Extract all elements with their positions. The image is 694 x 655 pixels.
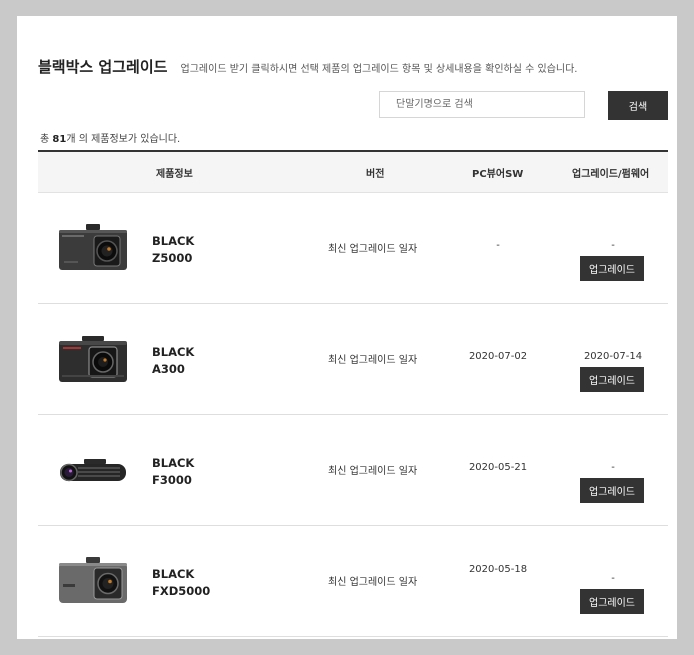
page-subtitle: 업그레이드 받기 클릭하시면 선택 제품의 업그레이드 항목 및 상세내용을 확… bbox=[180, 64, 578, 75]
page-header: 블랙박스 업그레이드 업그레이드 받기 클릭하시면 선택 제품의 업그레이드 항… bbox=[38, 56, 577, 77]
upgrade-button[interactable]: 업그레이드 bbox=[580, 367, 644, 392]
firmware-date: - bbox=[611, 573, 615, 584]
dashcam-f3000-icon bbox=[60, 459, 126, 482]
page-title: 블랙박스 업그레이드 bbox=[38, 58, 168, 76]
upgrade-panel: 블랙박스 업그레이드 업그레이드 받기 클릭하시면 선택 제품의 업그레이드 항… bbox=[17, 16, 677, 639]
product-count: 총 81개 의 제품정보가 있습니다. bbox=[40, 130, 180, 145]
column-header-product: 제품정보 bbox=[156, 169, 193, 180]
upgrade-button[interactable]: 업그레이드 bbox=[580, 478, 644, 503]
product-brand: BLACK bbox=[152, 456, 195, 470]
product-model: A300 bbox=[152, 362, 185, 376]
count-suffix: 개 의 제품정보가 있습니다. bbox=[66, 134, 181, 145]
firmware-date: - bbox=[611, 240, 615, 251]
count-number: 81 bbox=[52, 134, 67, 145]
firmware-date: - bbox=[611, 462, 615, 473]
count-prefix: 총 bbox=[40, 134, 50, 145]
column-header-version: 버전 bbox=[366, 169, 385, 180]
product-name: BLACK FXD5000 bbox=[152, 566, 210, 600]
upgrade-button[interactable]: 업그레이드 bbox=[580, 589, 644, 614]
product-brand: BLACK bbox=[152, 234, 195, 248]
search-button[interactable]: 검색 bbox=[608, 91, 668, 120]
column-header-firmware: 업그레이드/펌웨어 bbox=[572, 169, 650, 180]
dashcam-z5000-icon bbox=[59, 224, 127, 270]
firmware-date: 2020-07-14 bbox=[583, 351, 643, 362]
pc-viewer-date: - bbox=[496, 240, 500, 251]
product-name: BLACK F3000 bbox=[152, 455, 194, 489]
dashcam-a300-icon bbox=[59, 336, 127, 382]
table-row: BLACK F3000 최신 업그레이드 일자 2020-05-21 - 업그레… bbox=[38, 415, 668, 526]
table-row: BLACK FXD5000 최신 업그레이드 일자 2020-05-18 - 업… bbox=[38, 526, 668, 637]
product-model: Z5000 bbox=[152, 251, 193, 265]
table-row: BLACK Z5000 최신 업그레이드 일자 - - 업그레이드 bbox=[38, 193, 668, 304]
product-name: BLACK Z5000 bbox=[152, 233, 194, 267]
pc-viewer-date: 2020-05-21 bbox=[468, 462, 528, 473]
product-brand: BLACK bbox=[152, 345, 195, 359]
product-table: 제품정보 버전 PC뷰어SW 업그레이드/펌웨어 BLACK Z5000 최신 … bbox=[38, 150, 668, 637]
product-brand: BLACK bbox=[152, 567, 195, 581]
table-header: 제품정보 버전 PC뷰어SW 업그레이드/펌웨어 bbox=[38, 150, 668, 193]
product-model: F3000 bbox=[152, 473, 192, 487]
upgrade-button[interactable]: 업그레이드 bbox=[580, 256, 644, 281]
product-model: FXD5000 bbox=[152, 584, 211, 598]
version-label: 최신 업그레이드 일자 bbox=[328, 577, 418, 588]
version-label: 최신 업그레이드 일자 bbox=[328, 244, 418, 255]
dashcam-fxd5000-icon bbox=[59, 557, 127, 603]
pc-viewer-date: 2020-07-02 bbox=[468, 351, 528, 362]
column-header-pc-viewer: PC뷰어SW bbox=[472, 169, 524, 180]
version-label: 최신 업그레이드 일자 bbox=[328, 355, 418, 366]
version-label: 최신 업그레이드 일자 bbox=[328, 466, 418, 477]
table-row: BLACK A300 최신 업그레이드 일자 2020-07-02 2020-0… bbox=[38, 304, 668, 415]
search-input[interactable] bbox=[379, 91, 585, 118]
pc-viewer-date: 2020-05-18 bbox=[468, 564, 528, 575]
product-name: BLACK A300 bbox=[152, 344, 194, 378]
